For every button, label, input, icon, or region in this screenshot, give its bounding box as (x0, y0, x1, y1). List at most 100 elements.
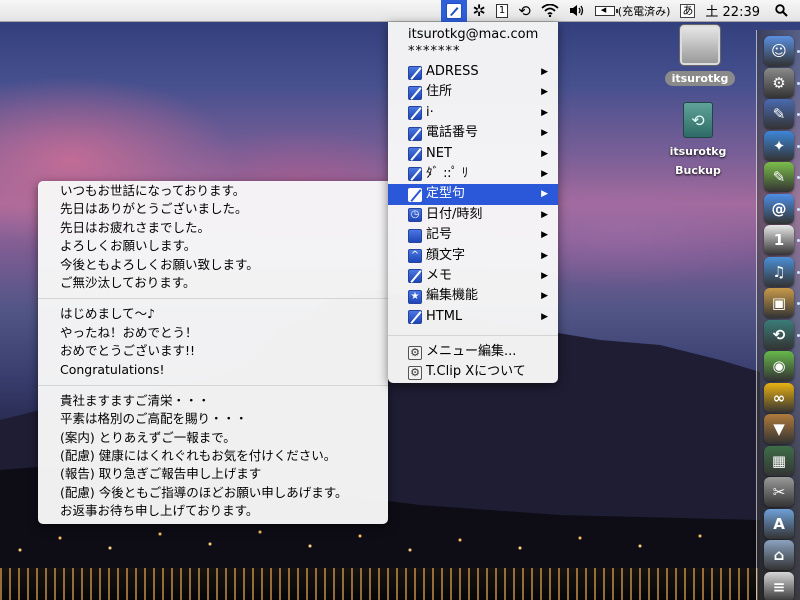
clock-icon: ◷ (408, 208, 422, 223)
menu-item-emoticons[interactable]: ^ 顔文字 ▶ (388, 246, 558, 266)
submenu-arrow-icon: ▶ (541, 209, 548, 220)
submenu-item[interactable]: ご無沙汰しております。 (38, 274, 388, 292)
hard-drive-label: itsurotkg (664, 71, 736, 86)
menu-item-obscured-2[interactable]: ﾀﾞ ::ﾟ ﾘ ▶ (388, 164, 558, 184)
safari-glyph: ✦ (772, 136, 786, 155)
menu-item-adress[interactable]: ADRESS ▶ (388, 62, 558, 82)
menu-bar: ✲ 1 ⟲ (充電済み) あ 土 22:39 (0, 0, 800, 22)
finder-icon[interactable]: ☺ (764, 36, 794, 66)
clock-text: 土 22:39 (705, 5, 760, 20)
submenu-arrow-icon: ▶ (541, 168, 548, 179)
time-machine-icon[interactable]: ⟲ (764, 319, 794, 350)
menu-item-label: T.Clip Xについて (426, 364, 526, 380)
hard-drive-icon (680, 25, 720, 65)
backup-drive-label-line1: itsurotkg (669, 145, 727, 158)
system-preferences-icon[interactable]: ⚙ (764, 67, 794, 98)
calendar-menu-extra[interactable]: 1 (491, 0, 513, 22)
time-machine-menu-extra[interactable]: ⟲ (513, 0, 536, 22)
menu-item-html[interactable]: HTML ▶ (388, 307, 558, 327)
gear-icon: ✲ (472, 1, 486, 20)
backup-drive-item[interactable]: ⟲ itsurotkg Buckup (658, 102, 738, 178)
document-icon[interactable]: ≡ (764, 571, 794, 600)
account-password: ******* (408, 44, 461, 59)
menu-item-label: メモ (426, 267, 453, 283)
applications-folder-icon[interactable]: A (764, 508, 794, 539)
menu-item-about[interactable]: ⚙ T.Clip Xについて (388, 362, 558, 382)
submenu-item[interactable]: 先日はありがとうございました。 (38, 200, 388, 218)
submenu-item[interactable]: お返事お待ち申し上げております。 (38, 502, 388, 520)
star-icon: ★ (408, 289, 422, 304)
search-icon (775, 4, 788, 17)
submenu-item[interactable]: Congratulations! (38, 361, 388, 379)
submenu-arrow-icon: ▶ (541, 270, 548, 281)
submenu-teikeiku: いつもお世話になっております。 先日はありがとうございました。 先日はお疲れさま… (38, 181, 388, 524)
submenu-item[interactable]: おめでとうございます!! (38, 342, 388, 360)
submenu-item[interactable]: はじめまして〜♪ (38, 305, 388, 323)
menu-item-label: NET (426, 145, 452, 161)
itunes-icon[interactable]: ♫ (764, 256, 794, 287)
textedit-icon[interactable]: ✎ (764, 162, 794, 192)
xcode-icon[interactable]: ✎ (764, 99, 794, 129)
submenu-item[interactable]: よろしくお願いします。 (38, 237, 388, 255)
menu-item-edit-functions[interactable]: ★ 編集機能 ▶ (388, 286, 558, 306)
volume-menu-extra[interactable] (564, 0, 590, 22)
menu-item-phone[interactable]: 電話番号 ▶ (388, 123, 558, 143)
pencil-icon (408, 310, 422, 325)
menu-item-label: HTML (426, 308, 463, 324)
menu-item-label: ADRESS (426, 64, 479, 79)
gear-menu-extra[interactable]: ✲ (467, 0, 490, 22)
textedit-glyph: ✎ (772, 168, 786, 186)
face-icon: ^ (408, 249, 422, 264)
pencil-icon (408, 167, 422, 182)
battery-icon (594, 3, 618, 16)
menu-item-label: i· (426, 104, 434, 120)
wifi-menu-extra[interactable] (536, 0, 564, 22)
menu-separator (38, 298, 388, 300)
xcode-glyph: ✎ (772, 105, 786, 123)
submenu-item[interactable]: (配慮) 今後ともご指導のほどお願い申しあげます。 (38, 484, 388, 502)
menu-item-edit-menu[interactable]: ⚙ メニュー編集... (388, 342, 558, 362)
mail-icon[interactable]: @ (764, 193, 794, 224)
submenu-item[interactable]: (配慮) 健康にはくれぐれもお気を付けください。 (38, 447, 388, 465)
applications-folder-glyph: A (773, 514, 785, 533)
submenu-item[interactable]: 平素は格別のご高配を賜り・・・ (38, 410, 388, 428)
hard-drive-item[interactable]: itsurotkg (660, 25, 740, 86)
script-glyph: ✂ (772, 483, 786, 501)
input-method-menu[interactable]: あ (675, 0, 700, 22)
spotlight-button[interactable] (765, 0, 800, 22)
photo-viewer-icon[interactable]: ▦ (764, 445, 794, 476)
pencil-icon (408, 106, 422, 121)
submenu-item[interactable]: 先日はお疲れさまでした。 (38, 219, 388, 237)
bucket-icon[interactable]: ▼ (764, 414, 794, 444)
menu-item-net[interactable]: NET ▶ (388, 144, 558, 164)
battery-menu-extra[interactable]: (充電済み) (590, 0, 676, 22)
app-infinity-icon[interactable]: ∞ (764, 382, 794, 413)
menu-item-datetime[interactable]: ◷ 日付/時刻 ▶ (388, 205, 558, 225)
submenu-item[interactable]: 貴社ますますご清栄・・・ (38, 392, 388, 410)
volume-icon (569, 5, 583, 16)
document-glyph: ≡ (772, 577, 786, 596)
gear-icon: ⚙ (408, 345, 422, 360)
menu-item-address-jp[interactable]: 住所 ▶ (388, 82, 558, 102)
backup-drive-label-line2: Buckup (675, 164, 721, 177)
submenu-item[interactable]: (案内) とりあえずご一報まで。 (38, 429, 388, 447)
menu-item-teikeiku[interactable]: 定型句 ▶ (388, 184, 558, 205)
ical-icon[interactable]: 1 (764, 225, 794, 255)
menu-item-obscured-1[interactable]: i· ▶ (388, 103, 558, 123)
home-folder-icon[interactable]: ⌂ (764, 540, 794, 570)
menu-item-memo[interactable]: メモ ▶ (388, 266, 558, 286)
script-icon[interactable]: ✂ (764, 477, 794, 507)
iphoto-icon[interactable]: ▣ (764, 288, 794, 318)
pencil-icon (408, 65, 422, 80)
tclip-menu-extra[interactable] (441, 0, 468, 22)
menu-item-symbols[interactable]: 記号 ▶ (388, 225, 558, 245)
safari-icon[interactable]: ✦ (764, 130, 794, 161)
submenu-item[interactable]: やったね！おめでとう！ (38, 324, 388, 342)
submenu-item[interactable]: 今後ともよろしくお願い致します。 (38, 256, 388, 274)
submenu-item[interactable]: (報告) 取り急ぎご報告申し上げます (38, 465, 388, 483)
pencil-icon (408, 147, 422, 162)
submenu-arrow-icon: ▶ (541, 189, 548, 200)
submenu-item[interactable]: いつもお世話になっております。 (38, 182, 388, 200)
clock-menu[interactable]: 土 22:39 (700, 0, 765, 22)
chat-icon[interactable]: ◉ (764, 351, 794, 381)
